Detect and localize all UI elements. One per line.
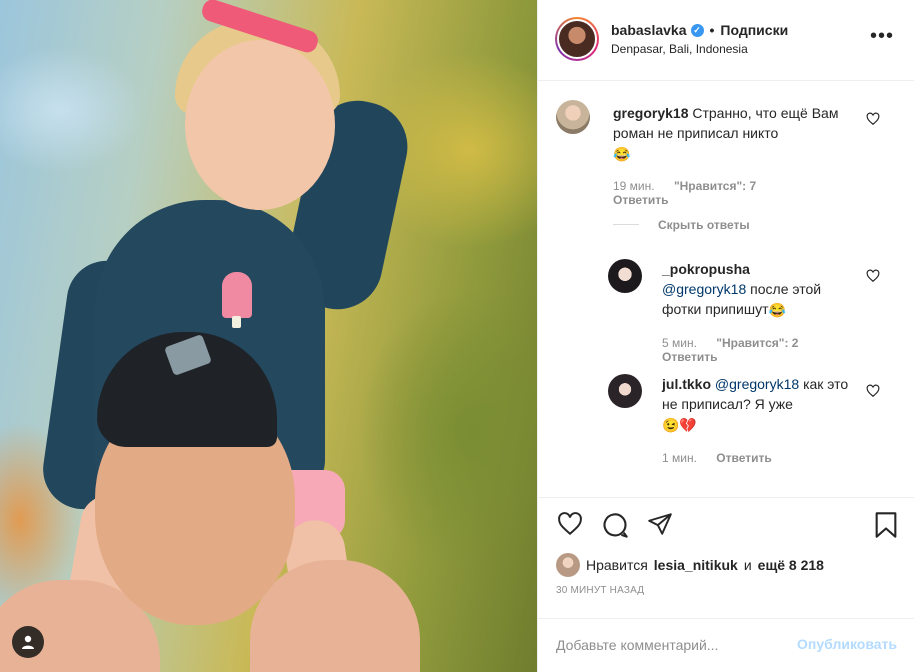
comment-likes[interactable]: "Нравится": 2 <box>716 336 798 350</box>
bookmark-save-icon[interactable] <box>874 511 898 539</box>
commenter-avatar[interactable] <box>608 374 642 408</box>
hide-replies-button[interactable]: Скрыть ответы <box>658 218 750 232</box>
comments-list[interactable]: gregoryk18 Странно, что ещё Вам роман не… <box>538 82 914 496</box>
reply-button[interactable]: Ответить <box>613 193 668 207</box>
photo-shape <box>185 40 335 210</box>
comment-likes[interactable]: "Нравится": 7 <box>674 179 756 193</box>
post-header: babaslavka ✓ • Подписки Denpasar, Bali, … <box>538 0 914 81</box>
post-timestamp[interactable]: 30 МИНУТ НАЗАД <box>556 585 644 596</box>
comment-meta: 1 мин. Ответить <box>662 451 772 465</box>
add-comment-bar: Опубликовать <box>538 618 914 672</box>
following-button[interactable]: Подписки <box>720 22 788 38</box>
comment-username[interactable]: gregoryk18 <box>613 105 688 121</box>
share-direct-icon[interactable] <box>647 511 673 537</box>
author-username[interactable]: babaslavka <box>611 22 687 38</box>
comment-like-icon[interactable] <box>866 384 880 398</box>
more-options-icon[interactable]: ••• <box>870 26 894 46</box>
likes-count[interactable]: ещё 8 218 <box>758 557 824 573</box>
comment-username[interactable]: _pokropusha <box>662 261 750 277</box>
divider-line <box>613 224 639 225</box>
reply-button[interactable]: Ответить <box>662 350 717 364</box>
likes-prefix: Нравится <box>586 557 648 573</box>
comment-username[interactable]: jul.tkko <box>662 376 711 392</box>
comment-input[interactable] <box>556 633 776 657</box>
comment-text: jul.tkko @gregoryk18 как это не приписал… <box>662 374 857 435</box>
verified-badge-icon: ✓ <box>690 23 704 37</box>
liker-username[interactable]: lesia_nitikuk <box>654 557 738 573</box>
publish-button[interactable]: Опубликовать <box>797 636 897 652</box>
laughing-emoji-icon: 😂 <box>613 146 631 163</box>
separator-dot: • <box>709 22 715 38</box>
comment-meta: 19 мин. "Нравится": 7 <box>613 179 756 193</box>
comment-meta: 5 мин. "Нравится": 2 <box>662 336 798 350</box>
post-location[interactable]: Denpasar, Bali, Indonesia <box>611 42 748 56</box>
liker-avatar[interactable] <box>556 553 580 577</box>
commenter-avatar[interactable] <box>556 100 590 134</box>
comment-mention[interactable]: @gregoryk18 <box>662 281 746 297</box>
comment-bubble-icon[interactable] <box>601 511 629 539</box>
photo-shape <box>222 272 252 318</box>
post-panel: babaslavka ✓ • Подписки Denpasar, Bali, … <box>537 0 914 672</box>
comment-time[interactable]: 1 мин. <box>662 451 697 465</box>
reply-button[interactable]: Ответить <box>716 451 771 465</box>
like-heart-icon[interactable] <box>556 511 584 537</box>
wink-heart-emoji-icon: 😉💔 <box>662 417 697 434</box>
photo-shape <box>232 316 241 328</box>
laughing-emoji-icon: 😂 <box>768 302 786 319</box>
comment-like-icon[interactable] <box>866 269 880 283</box>
author-row: babaslavka ✓ • Подписки <box>611 22 788 38</box>
comment-text: _pokropusha @gregoryk18 после этой фотки… <box>662 259 857 320</box>
comment-text: gregoryk18 Странно, что ещё Вам роман не… <box>613 103 853 164</box>
likes-conj: и <box>743 557 752 573</box>
comment-like-icon[interactable] <box>866 112 880 126</box>
post-actions: Нравится lesia_nitikuk и ещё 8 218 30 МИ… <box>538 497 914 672</box>
commenter-avatar[interactable] <box>608 259 642 293</box>
tagged-user-icon[interactable] <box>12 626 44 658</box>
likes-summary: Нравится lesia_nitikuk и ещё 8 218 <box>556 553 824 577</box>
author-avatar[interactable] <box>555 17 599 61</box>
comment-time[interactable]: 5 мин. <box>662 336 697 350</box>
comment-mention[interactable]: @gregoryk18 <box>715 376 799 392</box>
comment-time[interactable]: 19 мин. <box>613 179 655 193</box>
post-photo[interactable] <box>0 0 537 672</box>
